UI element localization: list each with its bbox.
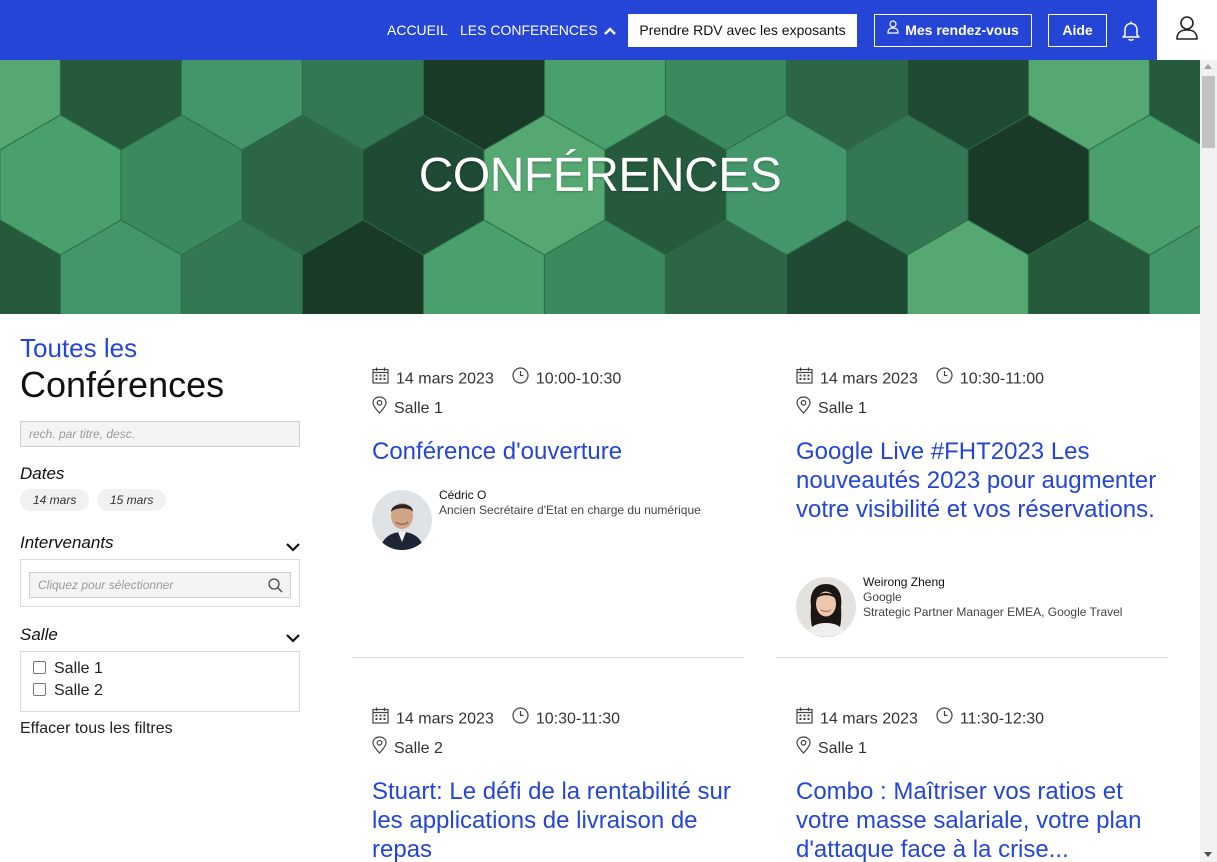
room-filter-panel: Salle 1 Salle 2 xyxy=(20,651,300,712)
conference-title-link[interactable]: Stuart: Le défi de la rentabilité sur le… xyxy=(372,777,744,862)
card-divider xyxy=(352,657,744,658)
conference-room: Salle 1 xyxy=(818,400,867,418)
page-title: CONFÉRENCES xyxy=(418,149,782,202)
conference-time: 10:00-10:30 xyxy=(535,370,622,388)
calendar-icon xyxy=(372,367,389,389)
conference-room: Salle 1 xyxy=(818,740,867,758)
calendar-icon xyxy=(796,367,813,389)
user-account-button[interactable] xyxy=(1157,0,1217,60)
conference-room: Salle 2 xyxy=(394,740,443,758)
scroll-down-arrow-icon[interactable] xyxy=(1204,852,1212,857)
scroll-up-arrow-icon[interactable] xyxy=(1204,64,1212,69)
calendar-icon xyxy=(372,707,389,729)
conference-schedule: 14 mars 2023 10:30-11:00 xyxy=(796,367,1045,389)
chevron-up-icon xyxy=(603,0,616,60)
conference-time: 11:30-12:30 xyxy=(959,710,1045,728)
conference-location: Salle 1 xyxy=(796,736,867,759)
conference-schedule: 14 mars 2023 10:00-10:30 xyxy=(372,367,622,389)
clear-filters-link[interactable]: Effacer tous les filtres xyxy=(20,720,173,738)
conference-date: 14 mars 2023 xyxy=(396,370,494,388)
chevron-down-icon[interactable] xyxy=(286,539,300,552)
conference-room: Salle 1 xyxy=(394,400,443,418)
checkbox[interactable] xyxy=(33,660,46,674)
conference-time: 10:30-11:00 xyxy=(959,370,1045,388)
checkbox[interactable] xyxy=(33,682,46,696)
conference-date: 14 mars 2023 xyxy=(820,370,918,388)
top-navigation-bar: ACCUEIL LES CONFERENCES Prendre RDV avec… xyxy=(0,0,1217,60)
date-chip-14-mars[interactable]: 14 mars xyxy=(20,489,90,511)
speaker-company: Google xyxy=(863,590,902,604)
search-icon xyxy=(268,578,283,593)
conference-title-link[interactable]: Combo : Maîtriser vos ratios et votre ma… xyxy=(796,777,1168,862)
conference-title-link[interactable]: Conférence d'ouverture xyxy=(372,437,744,466)
conference-title-link[interactable]: Google Live #FHT2023 Les nouveautés 2023… xyxy=(796,437,1168,524)
speakers-filter-label: Intervenants xyxy=(20,533,114,552)
my-meetings-button[interactable]: Mes rendez-vous xyxy=(874,14,1032,47)
sidebar-kicker: Toutes les xyxy=(20,333,138,363)
bell-icon[interactable] xyxy=(1121,20,1141,42)
hero-banner: CONFÉRENCES xyxy=(0,60,1200,314)
location-pin-icon xyxy=(796,396,811,419)
room-option-label: Salle 1 xyxy=(54,660,103,677)
room-option-label: Salle 2 xyxy=(54,682,103,699)
conference-schedule: 14 mars 2023 11:30-12:30 xyxy=(796,707,1045,729)
chevron-down-icon[interactable] xyxy=(286,630,300,643)
vertical-scrollbar[interactable] xyxy=(1200,60,1217,862)
user-outline-icon xyxy=(887,14,899,45)
location-pin-icon xyxy=(796,736,811,759)
speaker-avatar xyxy=(796,577,856,637)
user-icon xyxy=(1176,16,1198,40)
conference-schedule: 14 mars 2023 10:30-11:30 xyxy=(372,707,621,729)
clock-icon xyxy=(512,367,529,389)
card-divider xyxy=(776,657,1168,658)
nav-home-link[interactable]: ACCUEIL xyxy=(387,0,448,60)
conference-location: Salle 2 xyxy=(372,736,443,759)
clock-icon xyxy=(936,367,953,389)
help-button[interactable]: Aide xyxy=(1048,14,1107,47)
speaker-name: Cédric O xyxy=(439,488,487,502)
speaker-role: Ancien Secrétaire d'Etat en charge du nu… xyxy=(439,503,701,517)
speakers-select[interactable]: Cliquez pour sélectionner xyxy=(29,572,291,598)
nav-conferences-label: LES CONFERENCES xyxy=(460,22,598,38)
room-filter-label: Salle xyxy=(20,625,58,644)
location-pin-icon xyxy=(372,736,387,759)
clock-icon xyxy=(936,707,953,729)
location-pin-icon xyxy=(372,396,387,419)
conference-date: 14 mars 2023 xyxy=(820,710,918,728)
speakers-filter-panel: Cliquez pour sélectionner xyxy=(20,559,300,607)
sidebar-title: Conférences xyxy=(20,364,225,405)
room-checkbox-salle-2[interactable]: Salle 2 xyxy=(33,680,103,702)
dates-filter-label: Dates xyxy=(20,464,65,483)
clock-icon xyxy=(512,707,529,729)
conference-date: 14 mars 2023 xyxy=(396,710,494,728)
speaker-role: Strategic Partner Manager EMEA, Google T… xyxy=(863,605,1123,619)
conference-time: 10:30-11:30 xyxy=(535,710,621,728)
my-meetings-label: Mes rendez-vous xyxy=(905,22,1019,38)
date-chip-15-mars[interactable]: 15 mars xyxy=(97,489,167,511)
search-input[interactable] xyxy=(20,421,300,447)
room-checkbox-salle-1[interactable]: Salle 1 xyxy=(33,658,103,680)
calendar-icon xyxy=(796,707,813,729)
speakers-select-placeholder: Cliquez pour sélectionner xyxy=(38,578,174,592)
scrollbar-thumb[interactable] xyxy=(1202,76,1215,148)
nav-conferences-link[interactable]: LES CONFERENCES xyxy=(460,0,616,60)
speaker-avatar xyxy=(372,490,432,550)
conference-location: Salle 1 xyxy=(372,396,443,419)
book-exhibitor-meeting-button[interactable]: Prendre RDV avec les exposants xyxy=(628,14,857,47)
conference-location: Salle 1 xyxy=(796,396,867,419)
speaker-name: Weirong Zheng xyxy=(863,575,945,589)
